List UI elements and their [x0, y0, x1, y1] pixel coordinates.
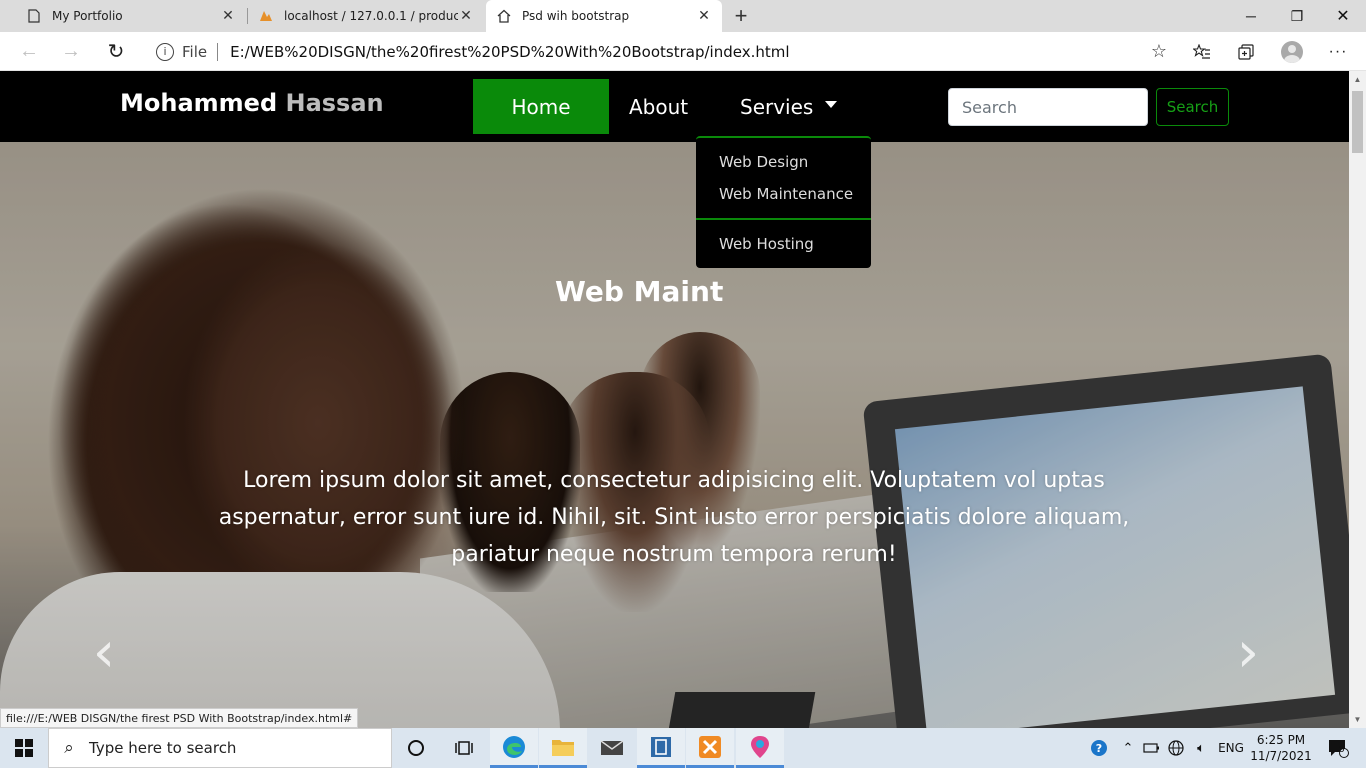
svg-text:?: ?	[1096, 742, 1102, 755]
page-icon	[26, 8, 42, 24]
help-icon[interactable]: ?	[1086, 728, 1112, 768]
nav-home-link[interactable]: Home	[473, 79, 609, 134]
dropdown-divider	[696, 218, 871, 220]
address-field[interactable]: i File E:/WEB%20DISGN/the%20firest%20PSD…	[144, 36, 1174, 67]
tab-localhost[interactable]: localhost / 127.0.0.1 / product | p ✕	[248, 0, 484, 32]
file-explorer-icon[interactable]	[539, 728, 587, 768]
tab-title: My Portfolio	[52, 9, 123, 23]
tab-title: localhost / 127.0.0.1 / product | p	[284, 9, 458, 23]
brand-first-name: Mohammed	[120, 89, 278, 117]
photo-overlay	[0, 142, 1349, 728]
language-indicator[interactable]: ENG	[1214, 728, 1248, 768]
page-viewport: Web Maint Lorem ipsum dolor sit amet, co…	[0, 71, 1349, 728]
edge-browser-icon[interactable]	[490, 728, 538, 768]
close-tab-icon[interactable]: ✕	[220, 8, 236, 24]
mail-icon[interactable]	[588, 728, 636, 768]
search-input[interactable]	[948, 88, 1148, 126]
nav-services-label: Servies	[740, 94, 814, 119]
windows-logo-icon	[15, 739, 33, 757]
dropdown-item-web-maintenance[interactable]: Web Maintenance	[719, 185, 853, 203]
carousel-slide: Web Maint Lorem ipsum dolor sit amet, co…	[0, 142, 1349, 728]
show-hidden-icons-chevron-icon[interactable]: ⌃	[1118, 728, 1138, 768]
cortana-icon[interactable]	[392, 728, 440, 768]
collections-icon[interactable]	[1226, 32, 1266, 71]
favorites-icon[interactable]	[1182, 32, 1222, 71]
dropdown-item-web-design[interactable]: Web Design	[719, 153, 808, 171]
phpmyadmin-icon	[258, 8, 274, 24]
battery-icon[interactable]	[1140, 728, 1164, 768]
services-dropdown-menu: Web Design Web Maintenance Web Hosting	[696, 136, 871, 268]
maps-pin-icon[interactable]	[736, 728, 784, 768]
page-scrollbar[interactable]: ▲ ▼	[1349, 71, 1366, 728]
notification-center-icon[interactable]: 5	[1318, 728, 1358, 768]
close-tab-icon[interactable]: ✕	[458, 8, 474, 24]
tab-my-portfolio[interactable]: My Portfolio ✕	[16, 0, 246, 32]
start-button[interactable]	[0, 728, 48, 768]
windows-taskbar: ⌕ Type here to search ? ⌃ 🔈︎ ENG 6:25 PM…	[0, 728, 1366, 768]
close-window-icon[interactable]: ✕	[1320, 0, 1366, 32]
restore-icon[interactable]: ❐	[1274, 0, 1320, 32]
divider	[217, 42, 219, 61]
profile-avatar[interactable]	[1272, 32, 1312, 71]
favorite-star-icon[interactable]: ☆	[1144, 41, 1174, 62]
browser-tab-strip: My Portfolio ✕ localhost / 127.0.0.1 / p…	[0, 0, 1366, 32]
tab-title: Psd wih bootstrap	[522, 9, 630, 23]
carousel-prev-icon[interactable]: ‹	[84, 620, 124, 685]
scrollbar-thumb[interactable]	[1352, 91, 1363, 153]
xampp-icon[interactable]	[686, 728, 734, 768]
notification-count-badge: 5	[1339, 745, 1345, 755]
scroll-up-icon[interactable]: ▲	[1349, 71, 1366, 88]
minimize-icon[interactable]: ─	[1228, 0, 1274, 32]
clock-time: 6:25 PM	[1256, 733, 1306, 747]
tab-psd-bootstrap[interactable]: Psd wih bootstrap ✕	[486, 0, 722, 32]
network-globe-icon[interactable]	[1164, 728, 1188, 768]
address-toolbar: ← → ↻ i File E:/WEB%20DISGN/the%20firest…	[0, 32, 1366, 71]
taskbar-search-box[interactable]: ⌕ Type here to search	[48, 728, 392, 768]
caret-down-icon	[825, 101, 838, 108]
home-icon	[496, 8, 512, 24]
brand-last-name: Hassan	[285, 89, 384, 117]
file-scheme-label: File	[182, 42, 208, 61]
carousel-next-icon[interactable]: ›	[1228, 620, 1268, 685]
carousel-caption-text: Lorem ipsum dolor sit amet, consectetur …	[218, 468, 1130, 567]
new-tab-button[interactable]: +	[728, 0, 754, 32]
task-view-icon[interactable]	[440, 728, 488, 768]
refresh-icon[interactable]: ↻	[99, 32, 133, 71]
nav-services-dropdown[interactable]: Servies	[740, 79, 838, 134]
url-text[interactable]: E:/WEB%20DISGN/the%20firest%20PSD%20With…	[230, 43, 1144, 61]
info-icon[interactable]: i	[156, 42, 174, 61]
clock-date: 11/7/2021	[1250, 749, 1312, 763]
dropdown-item-web-hosting[interactable]: Web Hosting	[719, 235, 814, 253]
app-window-icon[interactable]	[637, 728, 685, 768]
search-icon: ⌕	[64, 738, 74, 758]
system-clock[interactable]: 6:25 PM 11/7/2021	[1246, 732, 1316, 764]
volume-icon[interactable]: 🔈︎	[1188, 728, 1214, 768]
more-options-icon[interactable]: ···	[1318, 32, 1358, 71]
brand-logo[interactable]: Mohammed Hassan	[120, 89, 384, 117]
taskbar-search-placeholder: Type here to search	[89, 739, 237, 757]
nav-about-link[interactable]: About	[629, 79, 688, 134]
scroll-down-icon[interactable]: ▼	[1349, 711, 1366, 728]
carousel-caption-title: Web Maint	[555, 275, 724, 308]
search-button[interactable]: Search	[1156, 88, 1229, 126]
site-navbar: Mohammed Hassan Home About Servies Searc…	[0, 71, 1349, 142]
link-status-bar: file:///E:/WEB DISGN/the firest PSD With…	[0, 708, 359, 728]
forward-arrow-icon[interactable]: →	[54, 32, 88, 71]
close-tab-icon[interactable]: ✕	[696, 8, 712, 24]
back-arrow-icon[interactable]: ←	[12, 32, 46, 71]
